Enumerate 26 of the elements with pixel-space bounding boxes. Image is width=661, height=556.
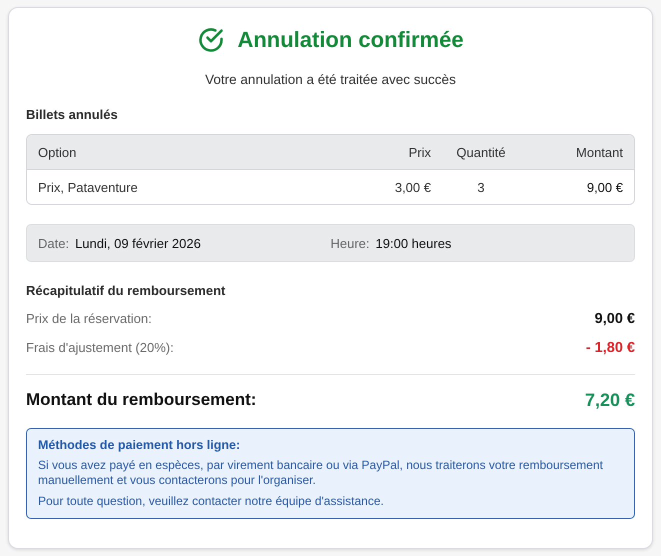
detail-value: 19:00 heures xyxy=(376,236,452,250)
detail-value: Lundi, 09 février 2026 xyxy=(75,236,201,250)
section-heading: Billets annulés xyxy=(26,107,119,122)
summary-amount: 9,00 € xyxy=(594,311,635,327)
refund-total-label: Montant du remboursement: xyxy=(26,390,256,411)
detail-label: Heure: xyxy=(330,236,370,250)
section-heading: Récapitulatif du remboursement xyxy=(26,283,226,298)
subtitle: Votre annulation a été traitée avec succès xyxy=(204,72,457,87)
refund-total-amount: 7,20 € xyxy=(584,390,635,411)
notice-text: Si vous avez payé en espèces, par virement bancaire ou via PayPal, nous traiterons votre remboursement manuellement et vous contacterons pour l'organiser. xyxy=(38,458,604,488)
table-cell-text: 3,00 € xyxy=(394,180,431,194)
column-header: Quantité xyxy=(455,144,507,160)
summary-amount: - 1,80 € xyxy=(586,340,635,356)
column-header: Montant xyxy=(575,144,623,160)
notice-text: Pour toute question, veuillez contacter notre équipe d'assistance. xyxy=(38,494,385,509)
table-cell-text: 9,00 € xyxy=(586,180,623,194)
table-cell-text: Prix, Pataventure xyxy=(38,180,139,194)
table-cell-text: 3 xyxy=(476,180,486,194)
summary-label: Frais d'ajustement (20%): xyxy=(26,340,174,356)
detail-label: Date: xyxy=(38,236,70,250)
column-header: Option xyxy=(38,144,78,160)
column-header: Prix xyxy=(408,144,431,160)
notice-title: Méthodes de paiement hors ligne: xyxy=(38,438,242,452)
summary-label: Prix de la réservation: xyxy=(26,311,152,327)
page-title: Annulation confirmée xyxy=(237,27,464,53)
check-circle-icon xyxy=(197,26,226,54)
